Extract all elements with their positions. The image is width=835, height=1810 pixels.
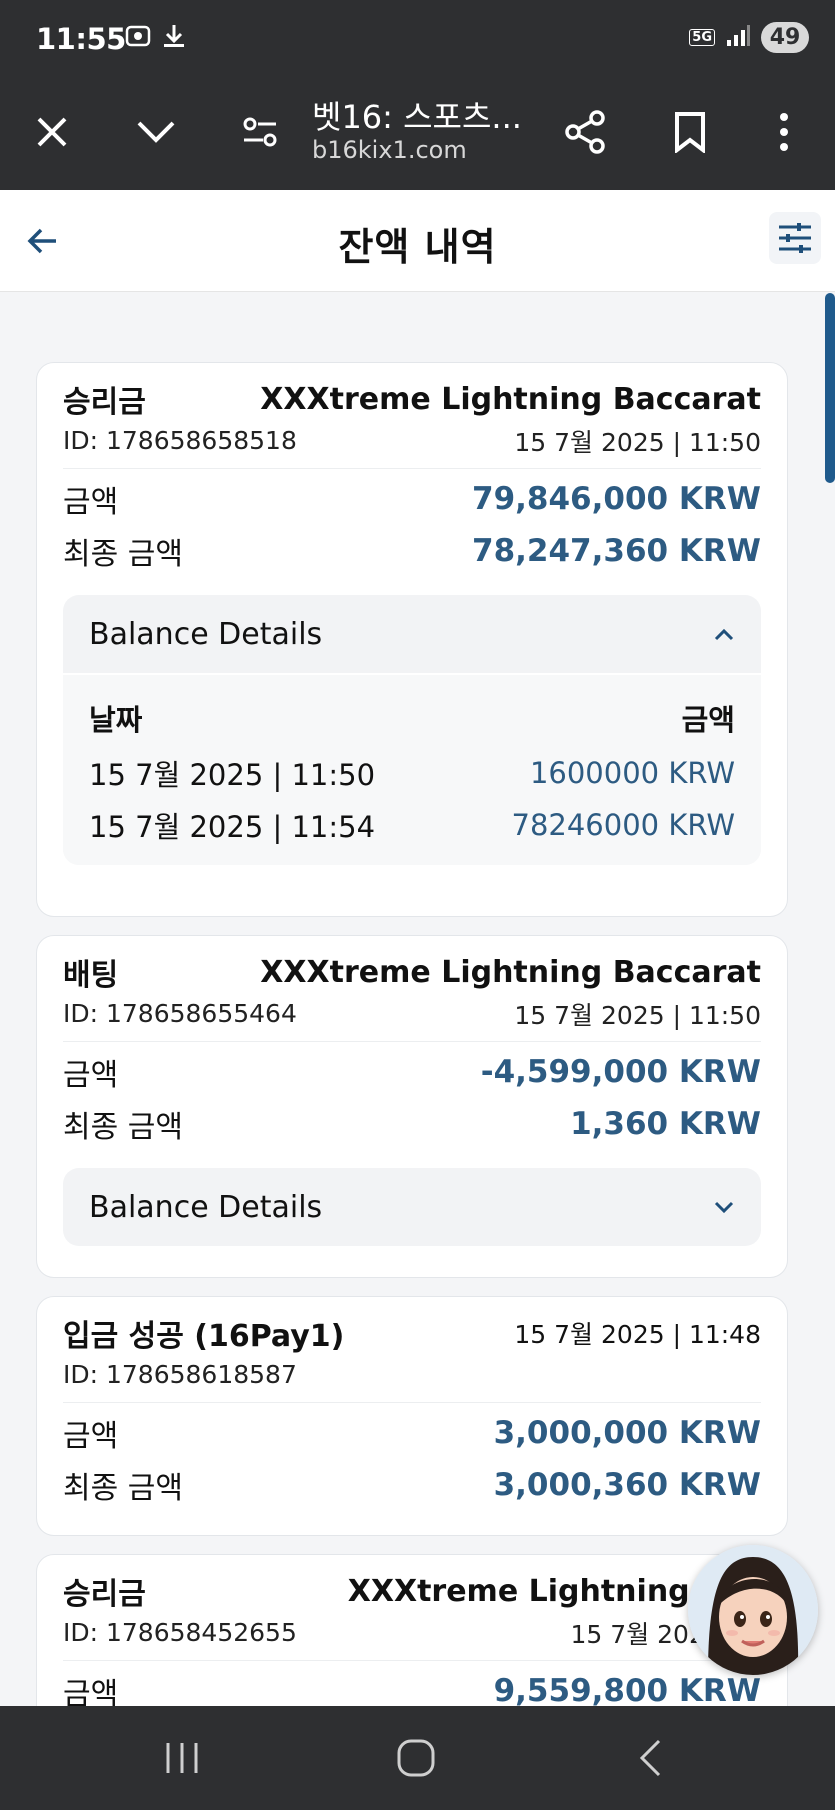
transaction-card: 승리금 XXXtreme Lightning Baccarat ID: 1786…	[36, 362, 788, 917]
transaction-card: 입금 성공 (16Pay1) 15 7월 2025 | 11:48 ID: 17…	[36, 1296, 788, 1536]
amount-label: 금액	[63, 1677, 119, 1706]
filter-button[interactable]	[769, 212, 821, 264]
transaction-list[interactable]: 승리금 XXXtreme Lightning Baccarat ID: 1786…	[0, 293, 835, 1706]
transaction-type: 승리금	[63, 1577, 146, 1612]
chat-assistant-avatar[interactable]	[688, 1545, 818, 1675]
minimize-button[interactable]	[124, 100, 188, 164]
final-amount-label: 최종 금액	[63, 1110, 183, 1145]
amount-label: 금액	[63, 1058, 119, 1093]
page-title: 잔액 내역	[338, 225, 497, 269]
recent-apps-button[interactable]	[152, 1732, 212, 1784]
more-menu-button[interactable]	[752, 100, 816, 164]
page-header: 잔액 내역	[0, 190, 835, 292]
transaction-date: 15 7월 2025 | 11:48	[514, 1320, 761, 1349]
balance-details-label: Balance Details	[89, 1189, 323, 1225]
chevron-down-icon	[137, 121, 175, 143]
final-amount-value: 78,247,360 KRW	[472, 533, 761, 569]
final-amount-value: 1,360 KRW	[570, 1106, 761, 1142]
balance-details-toggle[interactable]: Balance Details	[63, 1168, 761, 1246]
transaction-id: ID: 178658655464	[63, 999, 297, 1028]
transaction-id: ID: 178658452655	[63, 1618, 297, 1647]
balance-details-panel: Balance Details 날짜 금액 15 7월 2025 | 11:50…	[63, 595, 761, 865]
details-row-date: 15 7월 2025 | 11:50	[89, 758, 376, 792]
system-nav-bar	[0, 1706, 835, 1810]
details-amount-header: 금액	[681, 703, 735, 737]
url-host[interactable]: b16kix1.com	[312, 136, 467, 164]
tab-title[interactable]: 벳16: 스포츠...	[312, 92, 522, 138]
transaction-card: 승리금 XXXtreme Lightning Bac ID: 178658452…	[36, 1554, 788, 1706]
amount-value: 79,846,000 KRW	[472, 481, 761, 517]
transaction-type: 배팅	[63, 958, 119, 993]
home-button[interactable]	[386, 1732, 446, 1784]
recent-apps-icon	[166, 1743, 198, 1773]
tune-icon	[243, 117, 277, 147]
transaction-type: 승리금	[63, 385, 146, 420]
browser-chrome: 11:55 5G 49 벳16: 스포츠... b16kix1.com	[0, 0, 835, 190]
balance-details-panel: Balance Details	[63, 1168, 761, 1246]
game-name: XXXtreme Lightning Baccarat	[260, 954, 761, 990]
assistant-face-icon	[688, 1545, 818, 1675]
status-time: 11:55	[36, 22, 126, 56]
details-row-amount: 78246000 KRW	[511, 808, 736, 842]
details-row: 15 7월 2025 | 11:50 1600000 KRW	[89, 747, 735, 799]
bookmark-icon	[675, 112, 705, 153]
bookmark-button[interactable]	[658, 100, 722, 164]
final-amount-label: 최종 금액	[63, 537, 183, 572]
game-name: XXXtreme Lightning Baccarat	[260, 381, 761, 417]
details-date-header: 날짜	[89, 703, 143, 737]
balance-details-toggle[interactable]: Balance Details	[63, 595, 761, 673]
back-chevron-icon	[639, 1739, 661, 1777]
chevron-down-icon	[714, 1201, 734, 1214]
download-icon	[160, 22, 188, 54]
more-vert-icon	[780, 113, 788, 151]
amount-value: 3,000,000 KRW	[493, 1415, 761, 1451]
amount-value: 9,559,800 KRW	[493, 1673, 761, 1706]
close-icon	[37, 117, 67, 147]
browser-toolbar: 벳16: 스포츠... b16kix1.com	[0, 80, 835, 190]
share-icon	[565, 110, 605, 154]
close-tab-button[interactable]	[20, 100, 84, 164]
back-nav-button[interactable]	[620, 1732, 680, 1784]
details-row-date: 15 7월 2025 | 11:54	[89, 810, 376, 844]
transaction-date: 15 7월 2025 | 11:50	[514, 427, 761, 457]
amount-value: -4,599,000 KRW	[480, 1054, 761, 1090]
signal-icon	[725, 24, 751, 52]
transaction-id: ID: 178658658518	[63, 426, 297, 455]
transaction-card: 배팅 XXXtreme Lightning Baccarat ID: 17865…	[36, 935, 788, 1278]
screenshot-icon	[124, 22, 152, 54]
scrollbar[interactable]	[825, 293, 835, 483]
details-row: 15 7월 2025 | 11:54 78246000 KRW	[89, 799, 735, 851]
transaction-date: 15 7월 2025 | 11:50	[514, 1000, 761, 1030]
amount-label: 금액	[63, 485, 119, 520]
transaction-type: 입금 성공 (16Pay1)	[63, 1319, 345, 1354]
status-bar: 11:55 5G 49	[0, 0, 835, 80]
filter-sliders-icon	[779, 223, 811, 253]
battery-indicator: 49	[761, 22, 809, 53]
balance-details-label: Balance Details	[89, 616, 323, 652]
site-settings-button[interactable]	[228, 100, 292, 164]
network-icon: 5G	[689, 29, 715, 46]
home-icon	[397, 1739, 435, 1777]
final-amount-label: 최종 금액	[63, 1471, 183, 1506]
share-button[interactable]	[554, 100, 618, 164]
balance-details-table: 날짜 금액 15 7월 2025 | 11:50 1600000 KRW 15 …	[63, 673, 761, 865]
final-amount-value: 3,000,360 KRW	[493, 1467, 761, 1503]
amount-label: 금액	[63, 1419, 119, 1454]
details-row-amount: 1600000 KRW	[529, 756, 735, 790]
transaction-id: ID: 178658618587	[63, 1360, 297, 1389]
chevron-up-icon	[714, 628, 734, 641]
